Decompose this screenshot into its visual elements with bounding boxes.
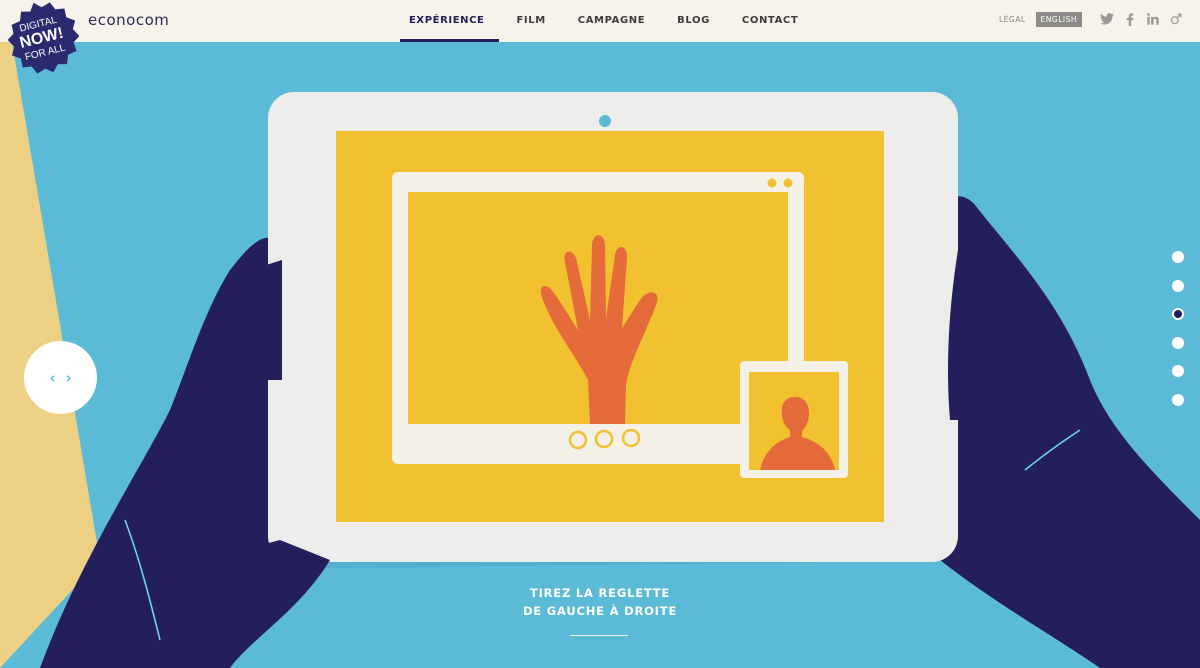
pager-dot-3[interactable] [1172,308,1184,321]
nav-film[interactable]: FILM [503,0,560,42]
main-nav: EXPÉRIENCE FILM CAMPAGNE BLOG CONTACT [395,0,816,42]
top-navigation-bar: econocom EXPÉRIENCE FILM CAMPAGNE BLOG C… [0,0,1200,42]
pager-dot-1[interactable] [1172,251,1184,263]
legal-link[interactable]: LÉGAL [999,15,1026,24]
pager-dot-4[interactable] [1172,336,1184,349]
hero-illustration [0,42,1200,668]
tablet-camera [599,115,611,127]
instruction-text: TIREZ LA REGLETTE DE GAUCHE À DROITE [470,584,730,620]
linkedin-icon[interactable] [1145,11,1161,27]
header-tools: LÉGAL ENGLISH [999,11,1184,27]
facebook-icon[interactable] [1122,11,1138,27]
pager-dot-6[interactable] [1172,393,1184,406]
nav-contact[interactable]: CONTACT [728,0,812,42]
econocom-logo[interactable]: econocom [88,11,169,29]
chevron-right-icon: › [65,368,72,387]
section-pager [1172,251,1186,423]
pager-dot-5[interactable] [1172,365,1184,378]
nav-experience[interactable]: EXPÉRIENCE [395,0,499,42]
instruction-divider [570,635,628,636]
chevron-left-icon: ‹ [49,368,56,387]
nav-blog[interactable]: BLOG [663,0,724,42]
language-switch-english[interactable]: ENGLISH [1035,11,1082,27]
instruction-line-2: DE GAUCHE À DROITE [522,604,678,618]
instruction-line-1: TIREZ LA REGLETTE [529,586,671,600]
pager-dot-2[interactable] [1172,279,1184,292]
nav-campagne[interactable]: CAMPAGNE [564,0,659,42]
drag-slider-handle[interactable]: ‹ › [24,341,97,414]
twitter-icon[interactable] [1099,11,1115,27]
digital-now-badge[interactable]: DIGITAL NOW! FOR ALL [2,0,80,80]
gender-symbol-icon[interactable] [1168,11,1184,27]
